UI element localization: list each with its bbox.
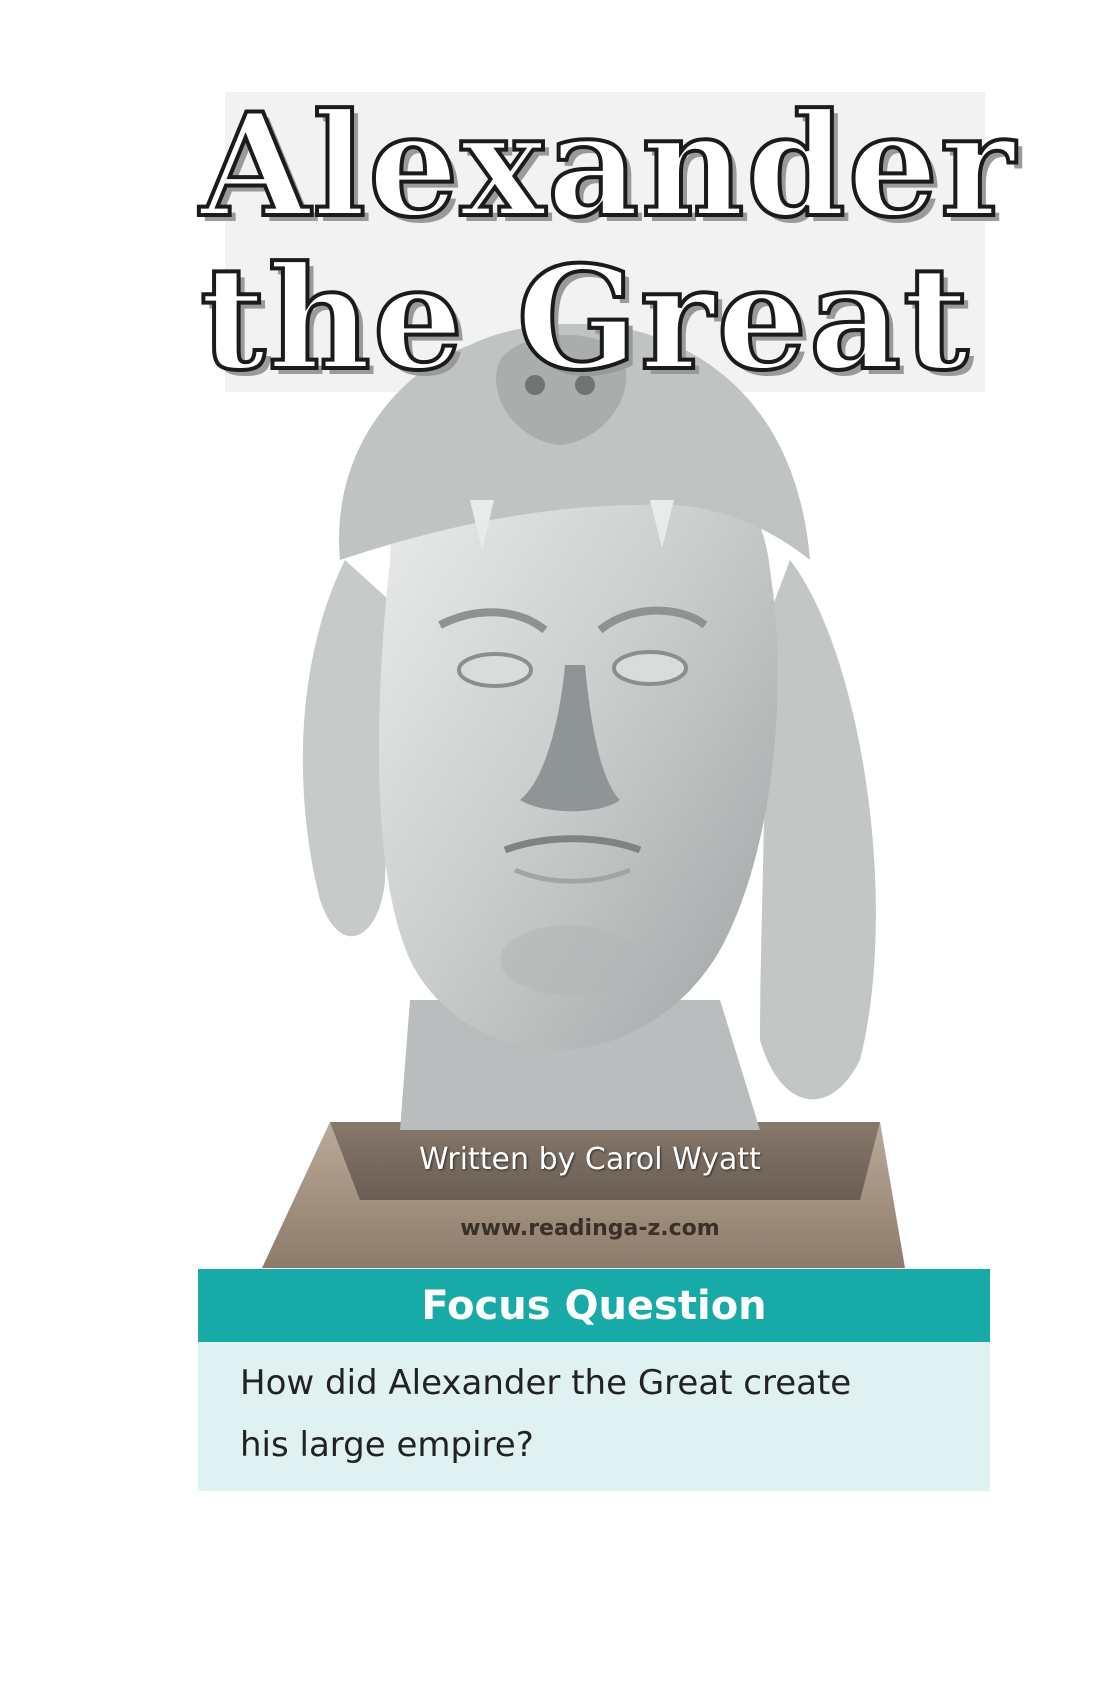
website-link[interactable]: www.readinga-z.com [410, 1216, 770, 1241]
focus-question-box: Focus Question How did Alexander the Gre… [198, 1269, 990, 1491]
book-title-line-2: the Great [198, 236, 971, 402]
focus-question-text: How did Alexander the Great create his l… [198, 1342, 990, 1491]
focus-question-heading: Focus Question [198, 1269, 990, 1342]
book-title-line-1: Alexander [198, 83, 1017, 249]
author-credit: Written by Carol Wyatt [419, 1142, 761, 1177]
